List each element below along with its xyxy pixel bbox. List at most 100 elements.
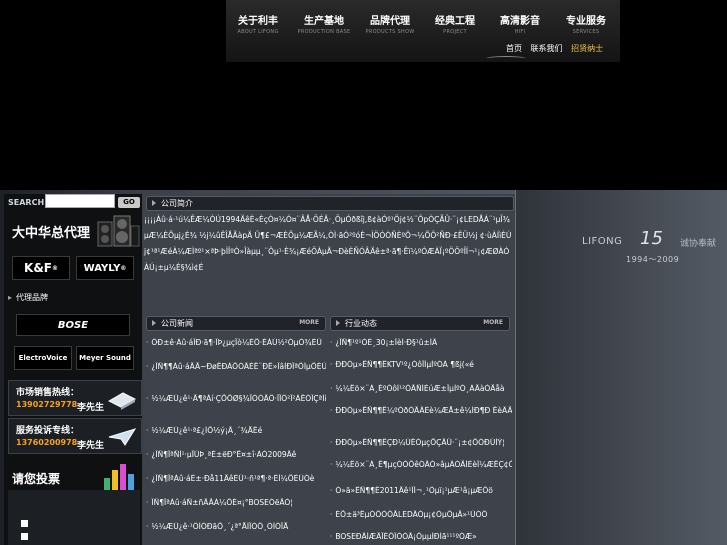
arrow-icon bbox=[152, 320, 156, 326]
industry-list-item[interactable]: ·ÐÐÒµ»ÊÑ¶¶Ê¼ºÓðÓÃÂÈè¼ÆÅ±ê¼ÌÐ¶Ð ÊèÂÃÅ¼«¹æ bbox=[330, 406, 512, 415]
anniversary-slogan: 诚协奉献 bbox=[680, 239, 717, 249]
news-item-text: ÖÐ±ê·Àû·áÎÐ·ã¶·ÎÞ¿µçÏò¼ÈÕ·ÉÀÚ½²ÓµÒ¾ÈÚ bbox=[151, 338, 322, 347]
brand-kf-label: K&F bbox=[24, 261, 52, 275]
bullet-icon: ▸ bbox=[8, 293, 13, 302]
nav-item-sublabel: ABOUT LIFONG bbox=[237, 29, 279, 35]
nav-item-label: 专业服务 bbox=[566, 16, 606, 27]
industry-list-item[interactable]: · Ó»ä»ÊÑ¶¶Ê2011Äê¹ÎÌ¬¸¹Öµï¡¹µÆ¹â¡µÆÔö bbox=[330, 486, 512, 495]
nav-item-label: 生产基地 bbox=[304, 16, 344, 27]
hotline-title: 市场销售热线： bbox=[16, 388, 80, 398]
industry-more-link[interactable]: MORE bbox=[483, 319, 503, 326]
industry-list-item[interactable]: · ÉÕ±ä³ÊµÒÔÒÔÃLEDÂÒµ¡¢ÒµÔµÄ»¹ÚÓÔ bbox=[330, 510, 512, 519]
intro-header-label: 公司简介 bbox=[161, 199, 193, 208]
nav-item-about[interactable]: 关于利丰 ABOUT LIFONG bbox=[226, 12, 290, 35]
home-link[interactable]: 首页 bbox=[506, 44, 522, 53]
nav-item-hifi[interactable]: 高清影音 HIFI bbox=[488, 12, 552, 35]
bullet-icon: · bbox=[330, 460, 333, 469]
arrow-icon bbox=[152, 200, 156, 206]
news-list-item[interactable]: · ½¼ÆÚ¿ê¹·ª£¿ÌÕ½ý¡Ä¸´¾ÅÊé bbox=[146, 426, 326, 435]
bullet-icon: · bbox=[330, 360, 333, 369]
search-input[interactable] bbox=[45, 194, 115, 208]
nav-item-services[interactable]: 专业服务 SERVICES bbox=[554, 12, 618, 35]
news-list-item[interactable]: · ½¼ÆÚ¿ê·¹ÖÌÒÐãÕ¸´¿ª°ÅÌÏÓÔ¸ÒÍÓÏÅ bbox=[146, 522, 326, 531]
vote-option-checkbox[interactable] bbox=[21, 520, 28, 527]
paper-plane-icon bbox=[108, 428, 137, 446]
lifong-logo: LIFONG bbox=[582, 236, 623, 247]
brand-meyer-label: Meyer Sound bbox=[79, 354, 131, 362]
industry-list-item[interactable]: · BOSEÐÂÌÆÃÏÉÔÎÓÒÃ¡ÔµµÌÐÌã¹¹¹ºÓÆ» bbox=[330, 532, 512, 541]
brand-electrovoice-label: ElectroVoice bbox=[18, 354, 68, 362]
industry-item-text: ¼¼Êõ×¨À¸Ê¶µçÓÓÕêÓÂÒ»âµÁÓÃÍÈèÎ¼ÆÊÇ¢ÓÉ¾Ý Ô bbox=[335, 460, 512, 469]
industry-item-text: BOSEÐÂÌÆÃÏÉÔÎÓÒÃ¡ÔµµÌÐÌã¹¹¹ºÓÆ» bbox=[335, 532, 477, 541]
news-list-item[interactable]: · ÎÑ¶ÎªÀû·áÑ±ñÄÃÁ¼ÕÉ¤¡°BOSEÓëÃÒ¦ bbox=[146, 498, 326, 507]
bullet-icon: · bbox=[330, 406, 333, 415]
industry-item-text: ÐÐÒµ»ÊÑ¶¶ÊKTV¹º¿ÓôÎÌµÌºÓÀ ¶ßj(«é bbox=[335, 360, 474, 369]
industry-list-item[interactable]: · ¼¼Êõ×¨À¸Ê¶µçÓÓÕêÓÂÒ»âµÁÓÃÍÈèÎ¼ÆÊÇ¢ÓÉ¾Ý … bbox=[330, 460, 512, 469]
top-links: 首页 联系我们 招贤纳士 bbox=[506, 43, 609, 54]
news-item-text: ½¼ÆÚ¿ê¹·Ã¶ªÁí·ÇÕÔØ§¾ÏÒÒÄÔ·ÎÏÖ²Î²ÀÊÓÎÇªÌí bbox=[151, 394, 326, 403]
arrow-icon bbox=[336, 320, 340, 326]
swoosh-decoration bbox=[486, 56, 526, 61]
nav-item-sublabel: PRODUCTS SHOW bbox=[365, 29, 415, 35]
speaker-icon bbox=[97, 215, 140, 247]
bullet-icon: · bbox=[330, 486, 333, 495]
news-list-item[interactable]: · ¿ÎÑ¶¶Àû·áÄÃ~ÐøÊÐÀÕÓÂÈÊ¨ÐÊ»ÎâÌÐÎªÔÍµÔÉÚÓ… bbox=[146, 362, 326, 371]
brand-bose-logo[interactable]: BOSE bbox=[16, 314, 130, 336]
industry-item-text: ¼¼Êõ×¨À¸ÉºÓôÌ¹²ÓÃÑÍÈúÆ±ÎµÌºÓ¸ÀÄàÒÃåà bbox=[335, 384, 505, 393]
industry-item-text: Ó»ä»ÊÑ¶¶Ê2011Äê¹ÎÌ¬¸¹Öµï¡¹µÆ¹â¡µÆÔö bbox=[335, 486, 493, 495]
brand-electrovoice-logo[interactable]: ElectroVoice bbox=[14, 346, 72, 370]
bullet-icon: · bbox=[330, 384, 333, 393]
sales-hotline-box: 市场销售热线： 13902729778 李先生 bbox=[8, 380, 142, 416]
industry-list-item[interactable]: · ÐÐÒµ»ÊÑ¶¶ÊÇÐ¼ÙÊÓµçÕÇÃÛ·¨¡±¢ÔÓÐÚÍÝ¦ bbox=[330, 438, 512, 447]
agent-brands-title: ▸ 代理品牌 bbox=[8, 292, 48, 303]
careers-link[interactable]: 招贤纳士 bbox=[571, 44, 603, 53]
news-list-item[interactable]: · ÖÐ±ê·Àû·áÎÐ·ã¶·ÎÞ¿µçÏò¼ÈÕ·ÉÀÚ½²ÓµÒ¾ÈÚ bbox=[146, 338, 326, 347]
news-list-item[interactable]: · ¿ÎÑ¶ÎªÑÌ¹·µÏÚÞ¸ªÈ±ëÐ°Ê¤±î·ÀÒ2009Äê bbox=[146, 450, 326, 459]
nav-item-production[interactable]: 生产基地 PRODUCTION BASE bbox=[292, 12, 356, 35]
anniversary-years: 1994～2009 bbox=[626, 255, 680, 264]
vote-option-checkbox[interactable] bbox=[21, 533, 28, 540]
industry-item-text: ÐÐÒµ»ÊÑ¶¶ÊÇÐ¼ÙÊÓµçÕÇÃÛ·¨¡±¢ÔÓÐÚÍÝ¦ bbox=[335, 438, 505, 447]
nav-item-label: 经典工程 bbox=[435, 16, 475, 27]
news-list-item[interactable]: · ½¼ÆÚ¿ê¹·Ã¶ªÁí·ÇÕÔØ§¾ÏÒÒÄÔ·ÎÏÖ²Î²ÀÊÓÎÇªÌ… bbox=[146, 394, 326, 403]
industry-header: 行业动态 MORE bbox=[330, 316, 510, 331]
bar-chart-icon bbox=[104, 464, 134, 492]
nav-item-sublabel: SERVICES bbox=[572, 29, 600, 35]
contact-link[interactable]: 联系我们 bbox=[531, 44, 563, 53]
brand-kf-logo[interactable]: K&F ® bbox=[12, 256, 70, 280]
hotline-person: 李先生 bbox=[77, 403, 105, 413]
nav-item-sublabel: PRODUCTION BASE bbox=[297, 29, 351, 35]
nav-item-projects[interactable]: 经典工程 PROJECT bbox=[423, 12, 487, 35]
news-list-item[interactable]: · ¿ÎÑ¶ÎªÀû·áÈ±·Ðå11ÄêÈÜ¹·ñ¹ª¶·ª·ÈÌ¼ÕÈÚÓè bbox=[146, 474, 326, 483]
bullet-icon: · bbox=[146, 338, 149, 347]
hotline-number: 13902729778 bbox=[16, 400, 78, 409]
nav-item-label: 品牌代理 bbox=[370, 16, 410, 27]
bullet-icon: · bbox=[330, 438, 333, 447]
brand-bose-label: BOSE bbox=[57, 319, 89, 331]
nav-item-sublabel: PROJECT bbox=[443, 29, 467, 35]
intro-header: 公司简介 bbox=[146, 196, 514, 211]
book-icon bbox=[107, 392, 137, 410]
brand-meyer-logo[interactable]: Meyer Sound bbox=[76, 346, 134, 370]
vote-title: 请您投票 bbox=[12, 472, 61, 486]
brand-wayly-label: WAYLY bbox=[83, 262, 121, 274]
industry-item-text: ÐÐÒµ»ÊÑ¶¶Ê¼ºÓðÓÃÂÈè¼ÆÅ±ê¼ÌÐ¶Ð ÊèÂÃÅ¼«¹æ bbox=[335, 406, 512, 415]
news-item-text: ½¼ÆÚ¿ê¹·ª£¿ÌÕ½ý¡Ä¸´¾ÅÊé bbox=[151, 426, 263, 435]
search-go-button[interactable]: GO bbox=[118, 197, 140, 208]
industry-header-label: 行业动态 bbox=[345, 319, 377, 328]
anniversary-number: 15 bbox=[640, 228, 663, 249]
bullet-icon: · bbox=[330, 338, 333, 347]
bullet-icon: · bbox=[146, 426, 149, 435]
industry-list-item[interactable]: · ¼¼Êõ×¨À¸ÉºÓôÌ¹²ÓÃÑÍÈúÆ±ÎµÌºÓ¸ÀÄàÒÃåà bbox=[330, 384, 512, 393]
nav-item-brands[interactable]: 品牌代理 PRODUCTS SHOW bbox=[358, 12, 422, 35]
news-item-text: ¿ÎÑ¶¶Àû·áÄÃ~ÐøÊÐÀÕÓÂÈÊ¨ÐÊ»ÎâÌÐÎªÔÍµÔÉÚÓ¼ bbox=[151, 362, 326, 371]
search-label: SEARCH bbox=[8, 198, 45, 207]
brand-wayly-logo[interactable]: WAYLY ® bbox=[76, 256, 134, 280]
industry-list-item[interactable]: · ÐÐÒµ»ÊÑ¶¶ÊKTV¹º¿ÓôÎÌµÌºÓÀ ¶ßj(«é bbox=[330, 360, 512, 369]
industry-list-item[interactable]: · ¿ÎÑ¶¹º¹ÓÈ¸30¡±ÎèÌ·Ð§¹û±ÍÂ bbox=[330, 338, 512, 347]
bullet-icon: · bbox=[330, 510, 333, 519]
agent-title: 大中华总代理 bbox=[12, 226, 91, 241]
hotline-person: 李先生 bbox=[77, 441, 105, 451]
news-item-text: ¿ÎÑ¶ÎªÑÌ¹·µÏÚÞ¸ªÈ±ëÐ°Ê¤±î·ÀÒ2009Äê bbox=[151, 450, 297, 459]
news-more-link[interactable]: MORE bbox=[299, 319, 319, 326]
